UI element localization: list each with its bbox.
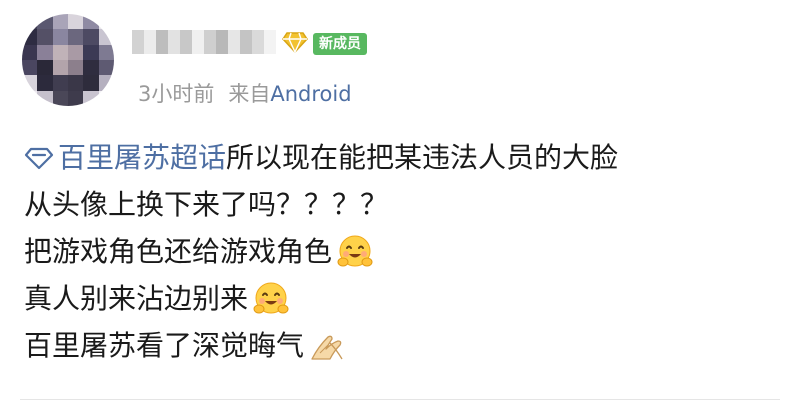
vip-diamond-icon <box>282 32 308 53</box>
pray-hands-emoji-icon <box>311 335 343 360</box>
hugging-face-emoji-icon <box>253 282 289 313</box>
content-text: 从头像上换下来了吗？？？？ <box>24 188 389 221</box>
post-time: 3小时前 <box>138 82 215 106</box>
super-topic-link[interactable]: 百里屠苏超话 <box>24 134 226 181</box>
super-topic-diamond-icon <box>24 147 54 169</box>
hugging-face-emoji-icon <box>337 235 373 266</box>
content-text: 百里屠苏看了深觉晦气 <box>24 329 305 362</box>
post-meta: 3小时前 来自Android <box>138 78 352 108</box>
content-text: 把游戏角色还给游戏角色 <box>24 235 333 268</box>
content-line-2: 从头像上换下来了吗？？？？ <box>24 181 784 228</box>
content-text: 真人别来沾边别来 <box>24 282 249 315</box>
member-badge: 新成员 <box>313 33 367 55</box>
post-source[interactable]: Android <box>270 82 351 106</box>
post-content: 百里屠苏超话 所以现在能把某违法人员的大脸 从头像上换下来了吗？？？？ 把游戏角… <box>24 134 784 369</box>
weibo-post: 新成员 3小时前 来自Android 百里屠苏超话 所以现在能把某违法人员的大脸 … <box>0 0 800 402</box>
username-redacted[interactable] <box>132 30 282 54</box>
post-divider <box>20 399 780 400</box>
super-topic-label: 百里屠苏超话 <box>58 141 227 174</box>
content-text: 所以现在能把某违法人员的大脸 <box>226 141 619 174</box>
content-line-5: 百里屠苏看了深觉晦气 <box>24 322 784 369</box>
from-label: 来自 <box>228 82 271 106</box>
content-line-1: 百里屠苏超话 所以现在能把某违法人员的大脸 <box>24 134 784 181</box>
content-line-4: 真人别来沾边别来 <box>24 275 784 322</box>
content-line-3: 把游戏角色还给游戏角色 <box>24 228 784 275</box>
avatar[interactable] <box>22 14 114 106</box>
